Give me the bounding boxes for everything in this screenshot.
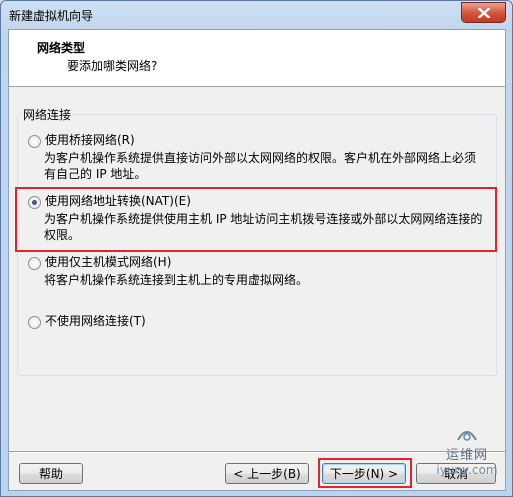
- page-subtitle: 要添加哪类网络?: [67, 59, 158, 73]
- option-bridged[interactable]: 使用桥接网络(R): [28, 133, 135, 148]
- option-bridged-desc-line-1: 为客户机操作系统提供直接访问外部以太网网络的权限。客户机在外部网络上必须: [44, 151, 477, 165]
- wizard-window: 新建虚拟机向导 网络类型 要添加哪类网络? 网络连接 使用桥接网络(R) 为客户…: [0, 0, 513, 497]
- option-nat-desc-line-2: 权限。: [44, 228, 81, 242]
- radio-bridged[interactable]: [28, 135, 41, 148]
- wizard-client-area: 网络类型 要添加哪类网络? 网络连接 使用桥接网络(R) 为客户机操作系统提供直…: [8, 29, 506, 491]
- radio-host-only[interactable]: [28, 257, 41, 270]
- close-button[interactable]: [461, 2, 506, 23]
- page-title: 网络类型: [37, 41, 86, 55]
- option-bridged-desc-line-2: 有自己的 IP 地址。: [44, 167, 147, 181]
- option-bridged-label: 使用桥接网络(R): [45, 133, 135, 147]
- option-host-only-desc-line-1: 将客户机操作系统连接到主机上的专用虚拟网络。: [44, 273, 309, 287]
- next-button[interactable]: 下一步(N) >: [322, 463, 406, 484]
- option-no-network-label: 不使用网络连接(T): [45, 314, 146, 328]
- option-host-only[interactable]: 使用仅主机模式网络(H): [28, 255, 171, 270]
- window-title: 新建虚拟机向导: [9, 9, 94, 23]
- option-no-network[interactable]: 不使用网络连接(T): [28, 314, 146, 329]
- close-icon: [477, 7, 490, 18]
- option-nat[interactable]: 使用网络地址转换(NAT)(E): [28, 194, 191, 209]
- back-button[interactable]: < 上一步(B): [225, 463, 309, 484]
- radio-nat[interactable]: [28, 196, 41, 209]
- option-nat-desc-line-1: 为客户机操作系统提供使用主机 IP 地址访问主机拨号连接或外部以太网网络连接的: [44, 212, 483, 226]
- option-host-only-label: 使用仅主机模式网络(H): [45, 255, 172, 269]
- wizard-header: 网络类型 要添加哪类网络?: [9, 30, 505, 87]
- help-button[interactable]: 帮助: [19, 463, 83, 484]
- cancel-button[interactable]: 取消: [416, 463, 496, 484]
- group-label: 网络连接: [21, 106, 74, 123]
- radio-no-network[interactable]: [28, 316, 41, 329]
- footer-separator: [9, 451, 505, 453]
- option-nat-label: 使用网络地址转换(NAT)(E): [45, 194, 191, 208]
- network-connection-group: 网络连接 使用桥接网络(R) 为客户机操作系统提供直接访问外部以太网网络的权限。…: [17, 106, 497, 376]
- title-bar[interactable]: 新建虚拟机向导: [1, 1, 512, 29]
